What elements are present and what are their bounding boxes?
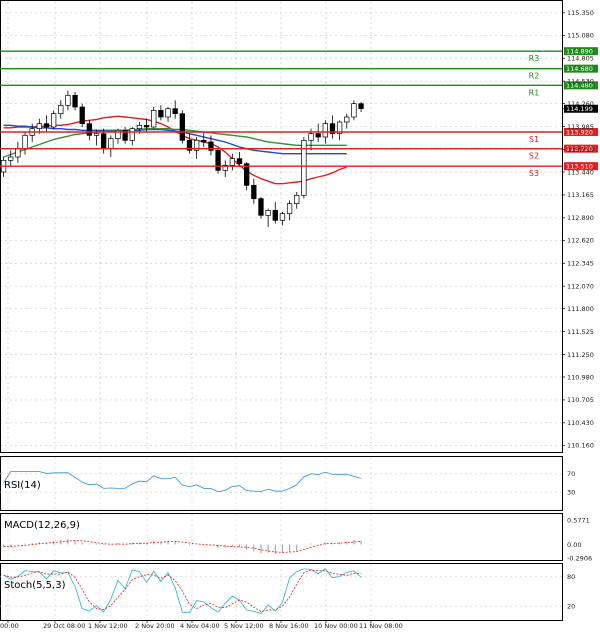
price-tick-label: 112.345 <box>567 260 594 268</box>
rsi-level-label: 70 <box>567 470 575 478</box>
candle[interactable] <box>79 103 85 127</box>
time-label: 00:00 <box>0 622 19 630</box>
indicator-panes[interactable]: 70 30 RSI(14) 0.5771 0.00 -0.2906 MACD(12,26,9… <box>0 456 592 621</box>
candle[interactable] <box>179 110 185 144</box>
time-label: 2 Nov 20:00 <box>135 622 175 630</box>
candle-body-bullish <box>229 158 236 166</box>
candle-body-bearish <box>79 106 85 125</box>
price-tick-label: 111.800 <box>567 305 594 313</box>
time-label: 10 Nov 00:00 <box>314 622 358 630</box>
candle-body-bearish <box>143 124 150 128</box>
candle-body-bullish <box>129 128 135 141</box>
candle-body-bearish <box>358 103 364 110</box>
macd-pane[interactable] <box>0 513 563 561</box>
stoch-label: Stoch(5,5,3) <box>4 580 66 591</box>
price-tick-label: 113.710 <box>567 146 594 154</box>
candle-body-bullish <box>286 203 293 215</box>
level-label-s2: S2 <box>529 152 539 161</box>
macd-label: MACD(12,26,9) <box>4 520 80 531</box>
price-tick-label: 114.530 <box>567 77 594 85</box>
candle[interactable] <box>215 148 221 174</box>
candle-body-bullish <box>265 209 271 216</box>
macd-tick-label: -0.2906 <box>567 554 592 562</box>
candle-body-bullish <box>136 124 143 130</box>
candle-body-bullish <box>344 116 350 123</box>
candle-body-bearish <box>244 163 250 186</box>
candle-body-bullish <box>50 113 57 128</box>
candle[interactable] <box>301 137 307 199</box>
candle-body-bullish <box>58 104 64 115</box>
price-tick-label: 112.070 <box>567 282 594 290</box>
candle-body-bullish <box>294 194 300 205</box>
stoch-level-label: 20 <box>567 603 575 611</box>
candle-body-bullish <box>308 133 314 141</box>
time-label: 1 Nov 12:00 <box>88 622 128 630</box>
candle-body-bearish <box>315 133 321 138</box>
price-tick-label: 112.620 <box>567 237 594 245</box>
level-label-r2: R2 <box>529 72 540 81</box>
candle-body-bullish <box>36 123 42 130</box>
price-tick-label: 111.250 <box>567 351 594 359</box>
level-label-r3: R3 <box>529 54 540 63</box>
rsi-label: RSI(14) <box>4 480 41 491</box>
candle-body-bearish <box>258 198 264 216</box>
candle-body-bullish <box>15 148 21 158</box>
candle[interactable] <box>351 100 357 121</box>
price-tick-label: 113.165 <box>567 191 594 199</box>
candle-body-bullish <box>351 103 357 118</box>
candle-body-bearish <box>251 184 257 200</box>
stoch-level-label: 80 <box>567 573 575 581</box>
macd-tick-label: 0.5771 <box>567 516 590 524</box>
candle-body-bullish <box>108 138 114 150</box>
level-price-tag-text: 114.680 <box>566 65 593 73</box>
level-label-s3: S3 <box>529 169 539 178</box>
time-axis: 00:00 29 Oct 08:00 1 Nov 12:00 2 Nov 20:00 4… <box>0 620 403 630</box>
current-price-label: 114.199 <box>566 105 593 113</box>
price-tick-label: 110.160 <box>567 442 594 450</box>
candle-body-bullish <box>165 108 171 118</box>
candle-body-bearish <box>179 113 185 141</box>
candle-body-bullish <box>322 123 328 138</box>
candle-body-bullish <box>279 213 286 221</box>
candle-body-bearish <box>215 149 221 171</box>
forex-chart[interactable]: R3114.890R2114.680R1114.480S1113.920S211… <box>0 0 600 633</box>
price-tick-label: 112.890 <box>567 214 594 222</box>
candle-body-bearish <box>72 94 78 108</box>
candle[interactable] <box>151 107 157 129</box>
candle[interactable] <box>258 197 264 219</box>
time-label: 5 Nov 12:00 <box>224 622 264 630</box>
level-label-s1: S1 <box>529 135 539 144</box>
macd-tick-label: 0.00 <box>567 541 581 549</box>
candle-body-bearish <box>172 108 178 115</box>
price-tick-label: 110.705 <box>567 396 594 404</box>
price-tick-label: 111.525 <box>567 328 594 336</box>
candle-body-bearish <box>158 109 164 118</box>
candle-body-bearish <box>43 123 50 128</box>
price-tick-label: 114.805 <box>567 55 594 63</box>
candle-body-bearish <box>236 158 243 165</box>
time-label: 4 Nov 04:00 <box>180 622 220 630</box>
rsi-level-label: 30 <box>567 489 575 497</box>
candle-body-bullish <box>8 156 14 161</box>
candle-body-bullish <box>22 134 28 150</box>
time-label: 29 Oct 08:00 <box>43 622 85 630</box>
candle-body-bullish <box>93 133 100 136</box>
candle-body-bullish <box>65 94 71 106</box>
time-label: 11 Nov 08:00 <box>359 622 403 630</box>
price-tick-label: 115.080 <box>567 32 594 40</box>
time-label: 8 Nov 16:00 <box>269 622 309 630</box>
level-label-r1: R1 <box>529 88 540 97</box>
stoch-pane[interactable] <box>0 563 563 621</box>
price-tick-label: 113.440 <box>567 168 594 176</box>
candle-body-bearish <box>101 133 107 150</box>
candle-body-bearish <box>272 209 278 221</box>
price-tick-label: 110.430 <box>567 419 594 427</box>
candle-body-bullish <box>151 109 157 128</box>
candle-body-bearish <box>86 123 93 136</box>
price-tick-label: 115.350 <box>567 9 594 17</box>
candle-body-bearish <box>201 139 207 143</box>
price-tick-label: 110.980 <box>567 373 594 381</box>
price-tick-label: 113.985 <box>567 123 594 131</box>
